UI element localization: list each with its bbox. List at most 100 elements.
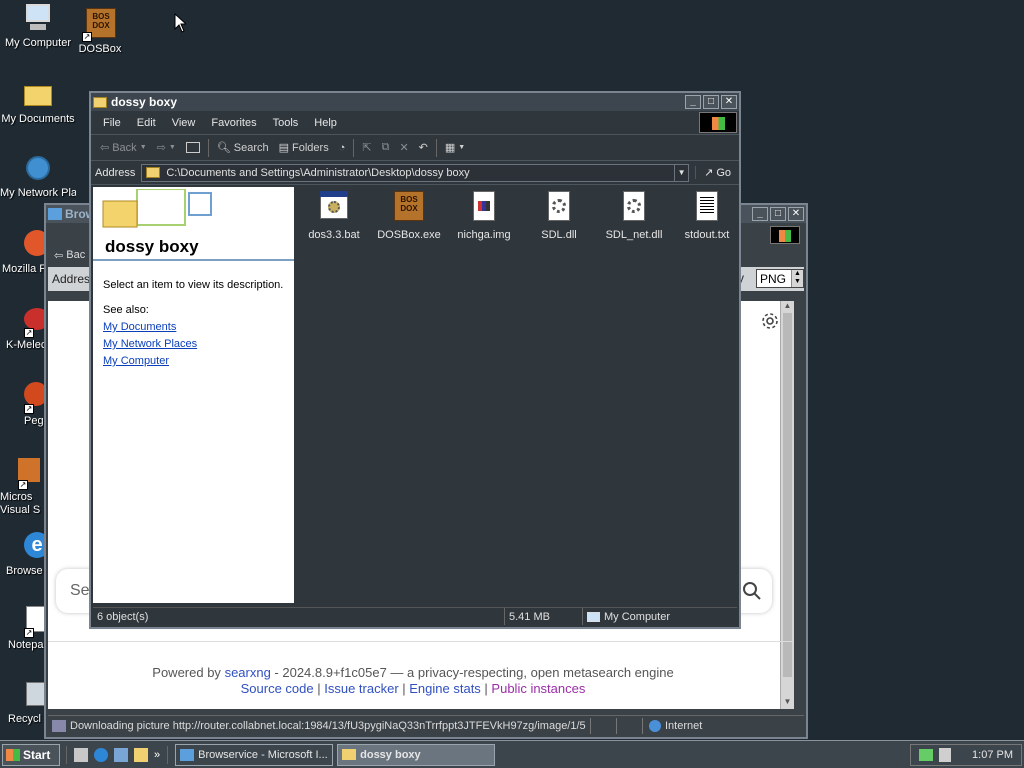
- file-item-sdl-dll[interactable]: SDL.dll: [521, 191, 597, 241]
- chevron-right-icon[interactable]: »: [154, 749, 160, 761]
- scroll-down-icon[interactable]: ▼: [781, 697, 794, 709]
- menu-help[interactable]: Help: [306, 117, 345, 129]
- desktop-icon-visual-studio[interactable]: ↗ Micros Visual S: [0, 456, 46, 517]
- recycle-bin-icon: [6, 678, 48, 710]
- show-desktop-icon[interactable]: [74, 747, 88, 762]
- link-my-documents[interactable]: My Documents: [103, 321, 176, 333]
- address-input[interactable]: C:\Documents and Settings\Administrator\…: [141, 163, 690, 182]
- link-my-computer[interactable]: My Computer: [103, 355, 169, 367]
- close-button[interactable]: ✕: [788, 207, 804, 221]
- desktop-icon-dosbox[interactable]: BOS DOX ↗ DOSBox: [62, 8, 138, 56]
- file-item-stdout-txt[interactable]: stdout.txt: [669, 191, 745, 241]
- windows-logo-icon: [770, 226, 800, 244]
- public-instances-link[interactable]: Public instances: [491, 681, 585, 696]
- explorer-icon[interactable]: [134, 747, 148, 762]
- task-pane-header: dossy boxy: [93, 187, 294, 261]
- browser-statusbar: Downloading picture http://router.collab…: [48, 715, 804, 735]
- status-object-count: 6 object(s): [93, 608, 505, 625]
- minimize-button[interactable]: _: [685, 95, 701, 109]
- start-button[interactable]: Start: [2, 743, 60, 766]
- folders-button[interactable]: ▤ Folders: [274, 141, 334, 155]
- visual-studio-icon: ↗: [0, 456, 40, 490]
- explorer-titlebar[interactable]: dossy boxy _ □ ✕: [91, 93, 739, 111]
- search-button[interactable]: 🔍︎ Search: [212, 141, 274, 155]
- search-icon[interactable]: [742, 581, 762, 601]
- network-icon: [22, 152, 54, 184]
- picture-icon: [52, 719, 66, 732]
- outlook-icon[interactable]: [114, 747, 128, 762]
- ie-icon[interactable]: [94, 747, 108, 762]
- file-item-dos33-bat[interactable]: dos3.3.bat: [296, 191, 372, 241]
- go-button[interactable]: ↗ Go: [695, 166, 739, 179]
- menu-edit[interactable]: Edit: [129, 117, 164, 129]
- copy-to-icon: ⧉: [381, 141, 390, 153]
- menu-file[interactable]: File: [95, 117, 129, 129]
- copy-to-button[interactable]: ⧉: [377, 141, 395, 154]
- zone-label: Internet: [665, 719, 703, 732]
- windows-logo-icon: [6, 748, 20, 761]
- browser-scrollbar[interactable]: ▲ ▼: [780, 301, 794, 709]
- menu-view[interactable]: View: [164, 117, 204, 129]
- status-segment: [616, 717, 642, 734]
- folders-label: Folders: [292, 141, 329, 154]
- address-label: Address: [95, 166, 136, 179]
- move-to-button[interactable]: ⇱: [357, 141, 376, 154]
- file-name: dos3.3.bat: [308, 229, 360, 241]
- forward-arrow-icon: ⇨: [156, 142, 166, 154]
- searxng-link[interactable]: searxng: [225, 665, 271, 680]
- search-placeholder: Se: [70, 582, 90, 599]
- forward-button[interactable]: ⇨ ▼: [152, 141, 181, 154]
- link-my-network-places[interactable]: My Network Places: [103, 338, 197, 350]
- clock[interactable]: 1:07 PM: [972, 749, 1013, 761]
- back-button[interactable]: ⇦ Back ▼: [95, 141, 152, 155]
- gear-icon[interactable]: [760, 311, 780, 331]
- mouse-cursor-icon: [174, 13, 186, 33]
- spinner-icon[interactable]: ▲ ▼: [791, 270, 803, 287]
- folder-icon: [342, 749, 357, 760]
- maximize-button[interactable]: □: [703, 95, 719, 109]
- delete-button[interactable]: ✕: [394, 141, 413, 154]
- taskbar-browser-button[interactable]: Browservice - Microsoft I...: [175, 743, 334, 766]
- explorer-window[interactable]: dossy boxy _ □ ✕ File Edit View Favorite…: [89, 91, 741, 629]
- footer-separator: |: [313, 681, 325, 696]
- undo-button[interactable]: ↶: [414, 141, 433, 154]
- up-folder-button[interactable]: [181, 142, 205, 153]
- shortcut-arrow-icon: ↗: [24, 404, 34, 414]
- desktop-icon-my-network[interactable]: My Network Plac: [0, 152, 76, 200]
- browser-status-text: Downloading picture http://router.collab…: [70, 719, 586, 732]
- minimize-button[interactable]: _: [752, 207, 768, 221]
- close-button[interactable]: ✕: [721, 95, 737, 109]
- file-name: SDL.dll: [541, 229, 577, 241]
- engine-stats-link[interactable]: Engine stats: [409, 681, 481, 696]
- taskbar-explorer-button[interactable]: dossy boxy: [337, 743, 496, 766]
- taskbar-separator: [167, 745, 169, 764]
- chevron-down-icon[interactable]: ▼: [674, 164, 688, 181]
- folder-icon: [146, 167, 161, 178]
- quick-launch: »: [70, 747, 164, 762]
- browser-back-button[interactable]: Bac: [66, 249, 85, 261]
- file-item-nichga-img[interactable]: nichga.img: [446, 191, 522, 241]
- volume-tray-icon[interactable]: [939, 747, 951, 762]
- scroll-thumb[interactable]: [783, 313, 792, 677]
- maximize-button[interactable]: □: [770, 207, 786, 221]
- task-pane-title: dossy boxy: [105, 237, 199, 256]
- status-location: My Computer: [583, 608, 674, 625]
- source-code-link[interactable]: Source code: [241, 681, 314, 696]
- scroll-up-icon[interactable]: ▲: [781, 301, 794, 313]
- chevron-down-icon: ▼: [458, 144, 466, 151]
- views-button[interactable]: ▦ ▼: [440, 141, 470, 154]
- file-item-dosbox-exe[interactable]: BOS DOX DOSBox.exe: [371, 191, 447, 241]
- menu-tools[interactable]: Tools: [265, 117, 307, 129]
- footer-version: - 2024.8.9+f1c05e7 — a privacy-respectin…: [270, 665, 674, 680]
- desktop-icon-my-documents[interactable]: My Documents: [0, 78, 76, 126]
- issue-tracker-link[interactable]: Issue tracker: [324, 681, 398, 696]
- folder-graphic-icon: [102, 189, 212, 228]
- toolbar-separator: [353, 138, 355, 157]
- history-button[interactable]: ◔: [334, 142, 351, 154]
- pegasus-icon: ↗: [6, 380, 48, 414]
- menu-favorites[interactable]: Favorites: [203, 117, 264, 129]
- file-item-sdl-net-dll[interactable]: SDL_net.dll: [596, 191, 672, 241]
- network-tray-icon[interactable]: [919, 748, 933, 761]
- image-format-select[interactable]: PNG ▲ ▼: [756, 269, 804, 288]
- text-file-icon: [691, 191, 723, 223]
